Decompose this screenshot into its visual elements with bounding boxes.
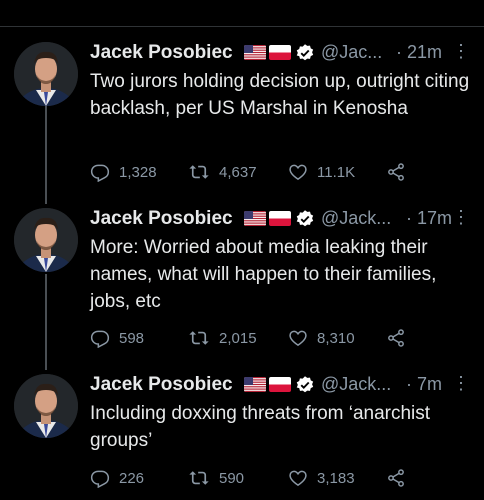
separator-dot: · [406,374,412,394]
reply-button[interactable]: 598 [90,326,144,350]
retweet-button[interactable]: 2,015 [188,326,257,350]
time-text: 7m [417,374,443,394]
like-count: 3,183 [317,469,355,487]
retweet-icon [189,471,209,485]
retweet-button[interactable]: 4,637 [188,160,257,184]
heart-icon [289,470,307,487]
reply-button[interactable]: 1,328 [90,160,157,184]
reply-count: 1,328 [119,163,157,181]
more-icon[interactable]: ⋮ [452,373,470,394]
timestamp[interactable]: · 17m [406,208,452,229]
more-icon[interactable]: ⋮ [452,207,470,228]
heart-icon [289,330,307,347]
display-name[interactable]: Jacek Posobiec [90,208,233,230]
us-flag-icon [244,211,266,226]
tweet[interactable]: Jacek Posobiec @Jack... · 17m ⋮ More: Wo… [0,207,484,368]
share-icon [388,163,404,181]
display-name[interactable]: Jacek Posobiec [90,374,233,396]
time-text: 21m [407,42,443,62]
tweet-header: Jacek Posobiec @Jack... · 17m ⋮ [90,207,476,234]
profile-photo [14,208,78,272]
like-button[interactable]: 8,310 [288,326,355,350]
share-icon [388,329,404,347]
tweet-text: Two jurors holding decision up, outright… [90,71,470,119]
time-text: 17m [417,208,453,228]
tweet-header: Jacek Posobiec @Jac... · 21m ⋮ [90,41,476,68]
poland-flag-icon [269,377,291,392]
reply-icon [90,164,110,182]
verified-badge-icon [295,43,315,63]
heart-icon [289,164,307,181]
handle[interactable]: @Jack... [321,374,391,395]
profile-photo [14,42,78,106]
poland-flag-icon [269,211,291,226]
tweet-text: Including doxxing threats from ‘anarchis… [90,403,431,451]
tweet[interactable]: Jacek Posobiec @Jac... · 21m ⋮ Two juror… [0,41,484,202]
us-flag-icon [244,45,266,60]
retweet-count: 2,015 [219,329,257,347]
timestamp[interactable]: · 7m [406,374,442,395]
retweet-count: 590 [219,469,245,487]
share-button[interactable] [386,160,415,184]
profile-photo [14,374,78,438]
retweet-icon [189,165,209,179]
reply-icon [90,330,110,348]
tweet-header: Jacek Posobiec @Jack... · 7m ⋮ [90,373,476,400]
tweet-text: More: Worried about media leaking their … [90,237,437,312]
timestamp[interactable]: · 21m [396,42,442,63]
reply-icon [90,470,110,488]
avatar[interactable] [14,42,78,106]
avatar[interactable] [14,208,78,272]
avatar[interactable] [14,374,78,438]
separator-dot: · [396,42,402,62]
reply-count: 598 [119,329,145,347]
us-flag-icon [244,377,266,392]
reply-button[interactable]: 226 [90,466,144,490]
tweet[interactable]: Jacek Posobiec @Jack... · 7m ⋮ Including… [0,373,484,500]
display-name[interactable]: Jacek Posobiec [90,42,233,64]
more-icon[interactable]: ⋮ [452,41,470,62]
top-divider [0,26,484,27]
action-bar: 1,328 4,637 11.1K [90,160,470,184]
verified-badge-icon [295,209,315,229]
retweet-count: 4,637 [219,163,257,181]
action-bar: 598 2,015 8,310 [90,326,470,350]
like-button[interactable]: 11.1K [288,160,355,184]
like-count: 11.1K [317,163,356,181]
share-icon [388,469,404,487]
retweet-button[interactable]: 590 [188,466,244,490]
reply-count: 226 [119,469,145,487]
separator-dot: · [406,208,412,228]
retweet-icon [189,331,209,345]
poland-flag-icon [269,45,291,60]
verified-badge-icon [295,375,315,395]
like-button[interactable]: 3,183 [288,466,355,490]
share-button[interactable] [386,466,415,490]
handle[interactable]: @Jac... [321,42,382,63]
action-bar: 226 590 3,183 [90,466,470,490]
share-button[interactable] [386,326,415,350]
handle[interactable]: @Jack... [321,208,391,229]
like-count: 8,310 [317,329,355,347]
